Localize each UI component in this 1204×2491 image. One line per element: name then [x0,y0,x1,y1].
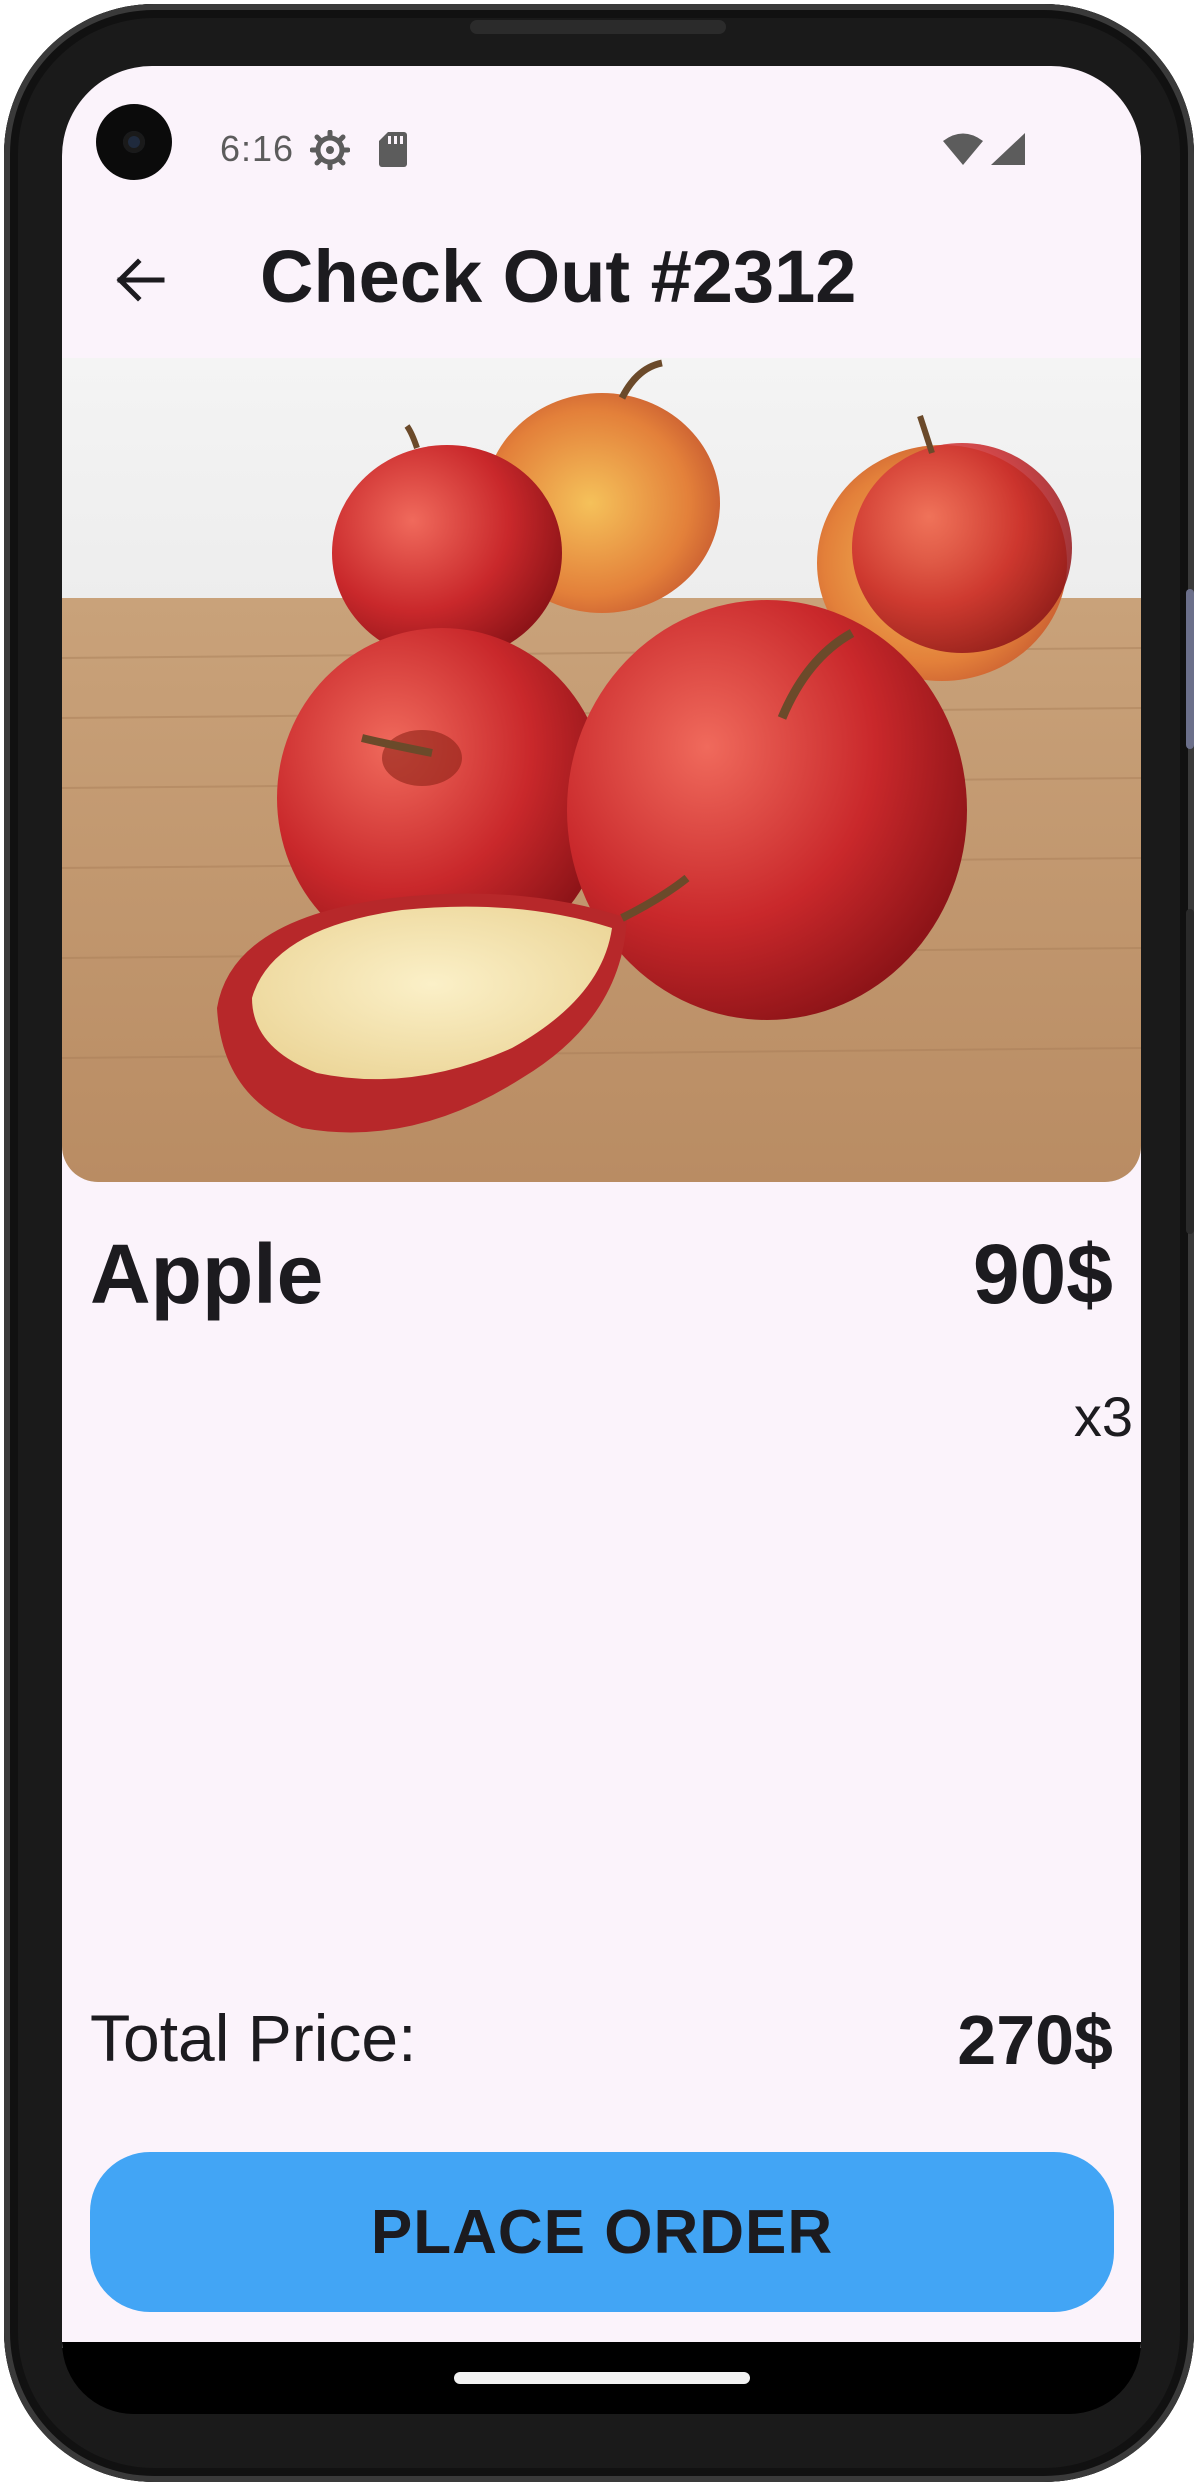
product-name: Apple [90,1227,324,1321]
front-camera [96,104,172,180]
place-order-button[interactable]: PLACE ORDER [90,2152,1114,2312]
gear-icon [310,130,350,170]
arrow-left-icon[interactable] [112,252,168,308]
total-price-label: Total Price: [90,2001,417,2075]
wifi-icon [943,133,983,165]
product-quantity: x3 [1073,1385,1133,1448]
page-title: Check Out #2312 [260,235,857,318]
power-button [1186,909,1194,1234]
product-price: 90$ [972,1227,1113,1321]
sd-card-icon [379,132,407,167]
total-price-value: 270$ [957,2001,1113,2079]
home-indicator[interactable] [454,2372,750,2384]
signal-icon [991,133,1025,165]
volume-button [1186,589,1194,749]
earpiece-speaker [470,20,726,34]
status-time: 6:16 [220,128,295,169]
product-image [62,358,1141,1182]
app-screen: 6:16 Check Out #2312 Apple 90$ x3 Total … [62,66,1141,2348]
